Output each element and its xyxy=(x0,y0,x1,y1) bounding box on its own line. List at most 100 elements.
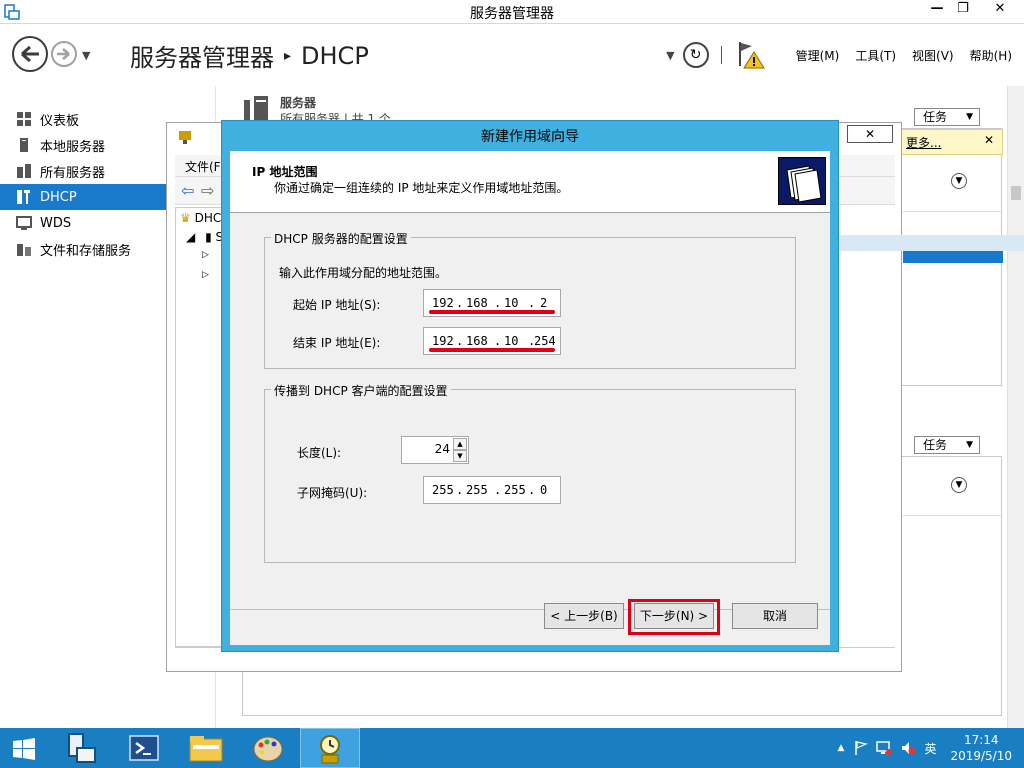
menu-manage[interactable]: 管理(M) xyxy=(796,47,840,64)
ime-indicator[interactable]: 英 xyxy=(924,740,936,757)
back-button[interactable]: < 上一步(B) xyxy=(544,603,624,629)
actions-header[interactable]: ▲ xyxy=(839,235,1024,251)
taskbar-dhcp[interactable] xyxy=(300,728,360,768)
vertical-scrollbar[interactable] xyxy=(1007,86,1024,728)
wizard-heading: IP 地址范围 xyxy=(252,165,318,179)
forward-button[interactable] xyxy=(51,41,77,67)
volume-muted-icon[interactable] xyxy=(900,740,916,756)
taskbar-paint[interactable] xyxy=(238,728,298,768)
history-dropdown-icon[interactable]: ▼ xyxy=(82,49,90,62)
ip-octet[interactable]: 10 xyxy=(504,296,518,310)
ip-octet[interactable]: 192 xyxy=(432,334,454,348)
server-node-icon: ▮ xyxy=(205,230,212,244)
stepper-up-icon[interactable]: ▲ xyxy=(453,438,467,450)
window-title: 服务器管理器 xyxy=(470,6,554,22)
subnet-mask-label: 子网掩码(U): xyxy=(297,486,368,500)
dhcp-console-close-button[interactable]: ✕ xyxy=(847,125,893,143)
menu-tools[interactable]: 工具(T) xyxy=(855,47,896,64)
network-icon[interactable] xyxy=(876,740,893,756)
length-stepper[interactable]: 24 ▲ ▼ xyxy=(401,436,469,464)
refresh-button[interactable]: ↻ xyxy=(682,42,709,68)
refresh-icon: ↻ xyxy=(689,47,702,63)
sidebar-item-label: 文件和存储服务 xyxy=(40,243,132,259)
expand-chevron-icon[interactable]: ▼ xyxy=(951,477,967,493)
tree-server-node[interactable]: ◢ ▮ S xyxy=(186,230,223,244)
menu-view[interactable]: 视图(V) xyxy=(912,47,954,64)
next-button[interactable]: 下一步(N) > xyxy=(634,603,714,629)
taskbar-file-explorer[interactable] xyxy=(176,728,236,768)
banner-close-icon[interactable]: ✕ xyxy=(984,133,994,147)
expand-chevron-icon[interactable]: ▼ xyxy=(951,173,967,189)
menu-help[interactable]: 帮助(H) xyxy=(970,47,1012,64)
chevron-down-icon: ▼ xyxy=(966,112,973,122)
dhcp-icon xyxy=(17,190,30,204)
breadcrumb-current: DHCP xyxy=(301,41,369,70)
dhcp-console-icon xyxy=(320,735,340,764)
ip-octet[interactable]: 2 xyxy=(540,296,547,310)
ip-octet[interactable]: 192 xyxy=(432,296,454,310)
ip-octet[interactable]: 0 xyxy=(540,483,547,497)
ip-octet[interactable]: 255 xyxy=(466,483,488,497)
breadcrumb: 服务器管理器 ▸ DHCP xyxy=(130,38,369,73)
folders-icon xyxy=(786,165,822,203)
clock[interactable]: 17:14 2019/5/10 xyxy=(950,732,1012,764)
sidebar-item-label: 仪表板 xyxy=(40,113,80,129)
collapse-icon[interactable]: ◢ xyxy=(186,230,195,244)
subnet-mask-field[interactable]: 255 . 255 . 255 . 0 xyxy=(423,476,561,504)
ip-octet[interactable]: 168 xyxy=(466,296,488,310)
tree-root-label: DHC xyxy=(194,211,222,225)
range-hint: 输入此作用域分配的地址范围。 xyxy=(279,266,448,280)
dashboard-icon xyxy=(17,112,31,126)
ip-octet[interactable]: 254 xyxy=(534,334,556,348)
arrow-left-icon xyxy=(21,45,39,63)
tray-overflow-icon[interactable]: ▲ xyxy=(838,743,845,753)
dropdown-icon[interactable]: ▼ xyxy=(666,49,674,62)
notifications-button[interactable] xyxy=(736,40,766,70)
ip-octet[interactable]: 10 xyxy=(504,334,518,348)
ip-octet[interactable]: 255 xyxy=(432,483,454,497)
ip-octet[interactable]: 168 xyxy=(466,334,488,348)
forward-arrow-icon[interactable]: ⇨ xyxy=(201,181,214,200)
taskbar-powershell[interactable] xyxy=(114,728,174,768)
clock-time: 17:14 xyxy=(963,733,999,747)
tasks-dropdown-top[interactable]: 任务 ▼ xyxy=(914,108,980,126)
more-link[interactable]: 更多... xyxy=(906,136,941,150)
powershell-icon xyxy=(129,735,159,761)
menu-file[interactable]: 文件(F) xyxy=(185,160,225,174)
notification-flag-icon xyxy=(738,42,765,69)
server-manager-icon xyxy=(68,733,96,763)
maximize-button[interactable]: ❐ xyxy=(950,0,976,20)
storage-icon xyxy=(17,244,31,256)
cancel-button[interactable]: 取消 xyxy=(732,603,818,629)
wizard-subheading: 你通过确定一组连续的 IP 地址来定义作用域地址范围。 xyxy=(274,181,569,195)
close-button[interactable]: ✕ xyxy=(976,0,1024,20)
expand-icon[interactable]: ▷ xyxy=(202,270,209,280)
wizard-header: IP 地址范围 你通过确定一组连续的 IP 地址来定义作用域地址范围。 xyxy=(230,151,830,213)
dhcp-actions-pane: ▲ ▶ xyxy=(839,209,1024,269)
expand-icon[interactable]: ▷ xyxy=(202,250,209,260)
highlight-underline xyxy=(429,348,555,352)
arrow-right-icon xyxy=(57,48,70,60)
start-ip-label: 起始 IP 地址(S): xyxy=(293,298,381,312)
back-button[interactable] xyxy=(12,36,48,72)
taskbar-server-manager[interactable] xyxy=(52,728,112,768)
action-center-flag-icon[interactable] xyxy=(854,740,869,756)
minimize-button[interactable]: — xyxy=(924,0,950,20)
stepper-down-icon[interactable]: ▼ xyxy=(453,450,467,462)
notification-banner: 更多... ✕ xyxy=(899,129,1003,155)
server-config-group: DHCP 服务器的配置设置 输入此作用域分配的地址范围。 起始 IP 地址(S)… xyxy=(264,230,796,369)
breadcrumb-root[interactable]: 服务器管理器 xyxy=(130,38,274,73)
group-legend: 传播到 DHCP 客户端的配置设置 xyxy=(271,382,451,399)
tasks-label: 任务 xyxy=(923,438,948,452)
clock-date: 2019/5/10 xyxy=(950,749,1012,763)
dhcp-tree-icon: ♛ xyxy=(180,211,191,225)
divider xyxy=(903,515,1003,516)
tree-root[interactable]: ♛ DHC xyxy=(180,211,221,225)
ip-octet[interactable]: 255 xyxy=(504,483,526,497)
tasks-dropdown-bottom[interactable]: 任务 ▼ xyxy=(914,436,980,454)
section-title: 服务器 xyxy=(280,96,317,110)
scrollbar-thumb[interactable] xyxy=(1011,186,1021,200)
length-value[interactable]: 24 xyxy=(435,442,450,456)
back-arrow-icon[interactable]: ⇦ xyxy=(181,181,194,200)
start-button[interactable] xyxy=(0,728,60,768)
